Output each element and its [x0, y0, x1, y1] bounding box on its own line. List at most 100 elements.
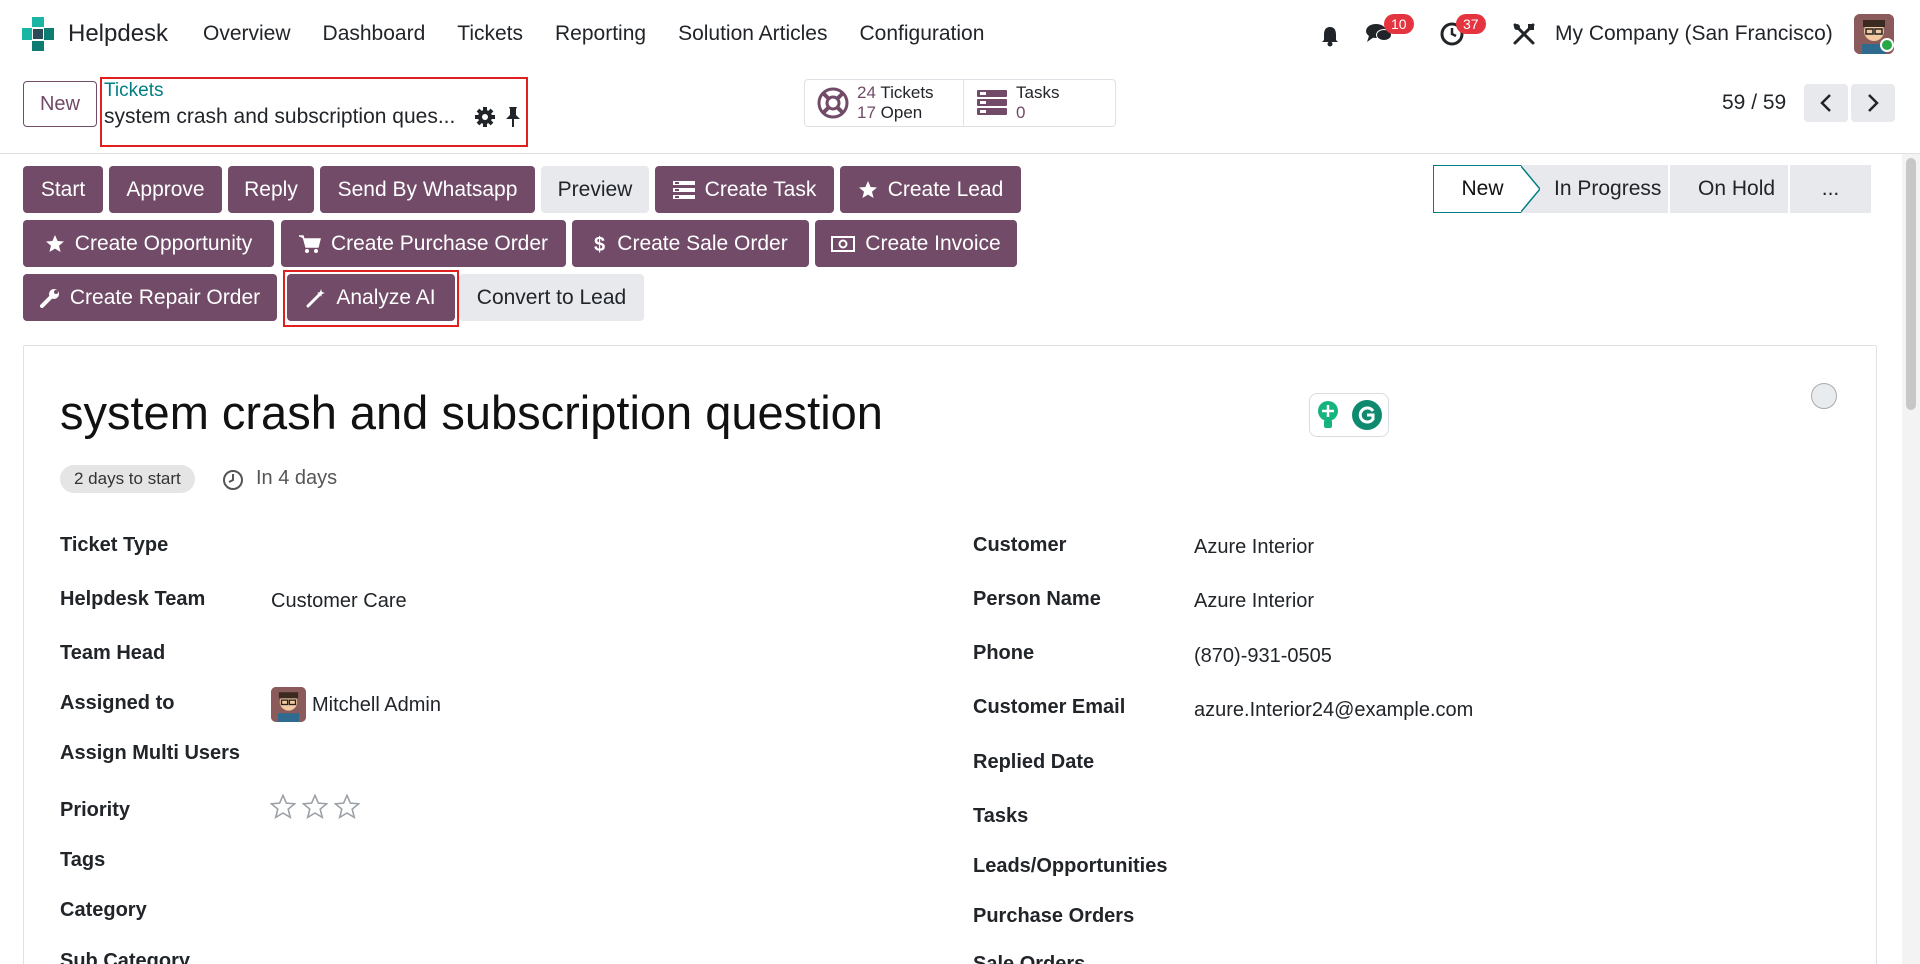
chevron-left-icon: [1820, 94, 1831, 112]
online-status-dot: [1880, 38, 1894, 52]
sale-orders-label: Sale Orders: [973, 953, 1086, 964]
helpdesk-logo-icon[interactable]: [22, 17, 54, 51]
star-icon: [45, 234, 64, 252]
stage-in-progress-label: In Progress: [1554, 177, 1662, 200]
bell-icon[interactable]: [1320, 25, 1340, 47]
convert-to-lead-button[interactable]: Convert to Lead: [459, 274, 644, 321]
svg-text:$: $: [594, 234, 605, 255]
stage-in-progress[interactable]: In Progress: [1520, 165, 1668, 213]
sub-category-label: Sub Category: [60, 950, 191, 964]
tasks-label: Tasks: [1016, 83, 1060, 102]
customer-label: Customer: [973, 534, 1067, 556]
pager-previous-button[interactable]: [1804, 84, 1848, 122]
purchase-orders-label: Purchase Orders: [973, 905, 1135, 927]
tasks-smart-button[interactable]: Tasks 0: [963, 80, 1115, 126]
menu-solution-articles[interactable]: Solution Articles: [678, 22, 827, 46]
stage-new-label: New: [1461, 177, 1504, 200]
create-repair-order-button[interactable]: Create Repair Order: [23, 274, 277, 321]
start-button[interactable]: Start: [23, 166, 103, 213]
team-head-label: Team Head: [60, 642, 166, 664]
start-deadline-badge: 2 days to start: [60, 465, 195, 493]
grammarly-widget[interactable]: [1309, 393, 1389, 437]
customer-email-field[interactable]: azure.Interior24@example.com: [1194, 699, 1473, 722]
ticket-title[interactable]: system crash and subscription question: [60, 385, 883, 440]
analyze-ai-highlight: [283, 270, 459, 327]
send-by-whatsapp-button[interactable]: Send By Whatsapp: [320, 166, 535, 213]
gear-icon[interactable]: [474, 106, 496, 128]
create-purchase-order-button[interactable]: Create Purchase Order: [281, 220, 566, 267]
replied-date-label: Replied Date: [973, 751, 1095, 773]
tasks-count: 0: [1016, 103, 1026, 122]
menu-reporting[interactable]: Reporting: [555, 22, 646, 46]
create-lead-button[interactable]: Create Lead: [840, 166, 1021, 213]
approve-label: Approve: [126, 177, 205, 201]
customer-field[interactable]: Azure Interior: [1194, 536, 1314, 559]
menu-dashboard[interactable]: Dashboard: [323, 22, 426, 46]
breadcrumb-current-record: system crash and subscription ques...: [104, 105, 456, 128]
control-panel: New Tickets system crash and subscriptio…: [0, 68, 1920, 154]
top-navbar: Helpdesk Overview Dashboard Tickets Repo…: [0, 0, 1920, 68]
menu-tickets[interactable]: Tickets: [457, 22, 523, 46]
create-invoice-button[interactable]: Create Invoice: [815, 220, 1017, 267]
create-opportunity-label: Create Opportunity: [74, 231, 253, 255]
tickets-label: Tickets: [880, 83, 934, 102]
scrollbar-thumb[interactable]: [1906, 158, 1916, 410]
assign-multi-users-label: Assign Multi Users: [60, 742, 241, 764]
category-label: Category: [60, 899, 147, 921]
stage-arrow-icon: [1520, 165, 1540, 213]
stage-on-hold[interactable]: On Hold: [1668, 165, 1788, 213]
dollar-icon: $: [594, 234, 605, 255]
tools-icon[interactable]: [1512, 22, 1536, 46]
breadcrumb-tickets-link[interactable]: Tickets: [104, 80, 163, 102]
lifebuoy-icon: [817, 87, 849, 119]
helpdesk-team-field[interactable]: Customer Care: [271, 590, 407, 613]
menu-configuration[interactable]: Configuration: [859, 22, 984, 46]
stage-statusbar: New In Progress On Hold ...: [1433, 165, 1871, 213]
helpdesk-team-label: Helpdesk Team: [60, 588, 206, 610]
assignee-avatar: [271, 687, 306, 722]
stage-more-dropdown[interactable]: ...: [1788, 165, 1871, 213]
create-opportunity-button[interactable]: Create Opportunity: [23, 220, 274, 267]
leads-opportunities-label: Leads/Opportunities: [973, 855, 1168, 877]
star-outline-icon[interactable]: [270, 794, 296, 820]
create-task-button[interactable]: Create Task: [655, 166, 834, 213]
priority-toggle-radio[interactable]: [1811, 383, 1837, 409]
phone-field[interactable]: (870)-931-0505: [1194, 645, 1332, 668]
pager-next-button[interactable]: [1851, 84, 1895, 122]
star-outline-icon[interactable]: [334, 794, 360, 820]
person-name-label: Person Name: [973, 588, 1101, 610]
tickets-count: 24: [857, 83, 876, 102]
stage-new[interactable]: New: [1433, 165, 1521, 213]
customer-email-label: Customer Email: [973, 696, 1126, 718]
preview-button[interactable]: Preview: [541, 166, 649, 213]
stage-more-label: ...: [1821, 177, 1840, 200]
assigned-to-label: Assigned to: [60, 692, 175, 714]
money-icon: [831, 235, 856, 252]
create-purchase-order-label: Create Purchase Order: [330, 231, 549, 255]
chevron-right-icon: [1868, 94, 1879, 112]
star-outline-icon[interactable]: [302, 794, 328, 820]
tickets-smart-button[interactable]: 24 Tickets 17 Open: [805, 80, 963, 126]
person-name-field[interactable]: Azure Interior: [1194, 590, 1314, 613]
create-repair-order-label: Create Repair Order: [69, 285, 261, 309]
pager-value[interactable]: 59 / 59: [1722, 91, 1786, 115]
priority-stars: [270, 794, 360, 820]
preview-label: Preview: [557, 177, 633, 201]
reply-button[interactable]: Reply: [228, 166, 314, 213]
open-label: Open: [880, 103, 923, 122]
company-switcher[interactable]: My Company (San Francisco): [1555, 22, 1833, 46]
create-sale-order-button[interactable]: $ Create Sale Order: [572, 220, 809, 267]
star-icon: [858, 180, 877, 198]
assigned-to-field[interactable]: Mitchell Admin: [312, 694, 441, 717]
create-invoice-label: Create Invoice: [865, 231, 1001, 255]
messages-badge: 10: [1384, 14, 1414, 34]
cart-icon: [298, 234, 321, 253]
menu-overview[interactable]: Overview: [203, 22, 291, 46]
stage-on-hold-label: On Hold: [1698, 177, 1776, 200]
approve-button[interactable]: Approve: [109, 166, 222, 213]
new-button[interactable]: New: [23, 81, 97, 127]
pin-icon[interactable]: [503, 106, 523, 128]
tasks-icon: [672, 180, 695, 199]
create-task-label: Create Task: [704, 177, 817, 201]
app-name[interactable]: Helpdesk: [68, 20, 168, 48]
